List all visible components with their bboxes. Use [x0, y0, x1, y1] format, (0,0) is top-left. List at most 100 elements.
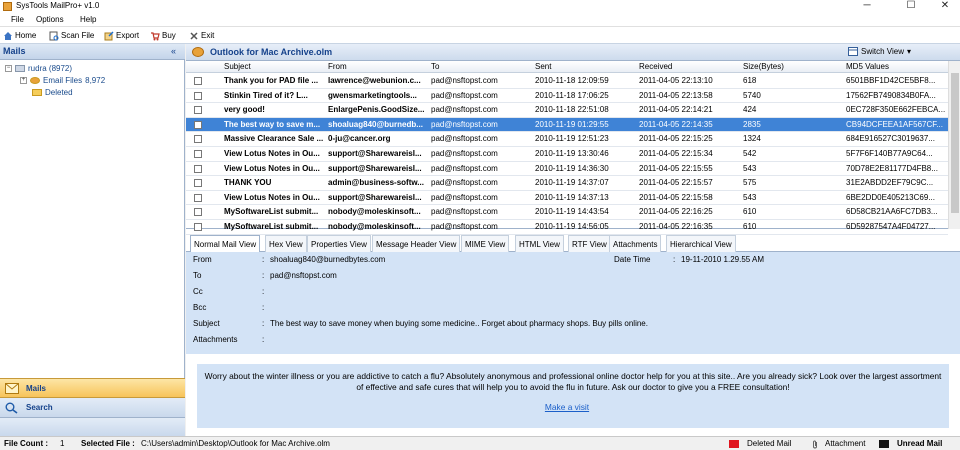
column-subject[interactable]: Subject	[224, 62, 251, 71]
subject-value: The best way to save money when buying s…	[270, 319, 648, 328]
cell-sent: 2010-11-18 17:06:25	[535, 90, 609, 100]
column-from[interactable]: From	[328, 62, 347, 71]
mail-body-text: Worry about the winter illness or you ar…	[204, 371, 942, 392]
row-checkbox[interactable]	[194, 120, 202, 129]
home-button[interactable]: Home	[3, 29, 36, 42]
table-row[interactable]: Massive Clearance Sale ... 0-ju@cancer.or…	[186, 132, 948, 147]
tab-mime-view[interactable]: MIME View	[461, 235, 510, 252]
home-label: Home	[15, 31, 37, 40]
make-a-visit-link[interactable]: Make a visit	[197, 402, 937, 412]
close-button[interactable]: ✕	[932, 0, 958, 12]
switch-view-button[interactable]: Switch View ▾	[848, 47, 911, 56]
column-md5[interactable]: MD5 Values	[846, 62, 889, 71]
view-tabs: Normal Mail View Hex View Properties View M…	[186, 235, 960, 253]
tab-normal-mail-view[interactable]: Normal Mail View	[190, 235, 261, 253]
vertical-scrollbar[interactable]	[948, 61, 960, 229]
bcc-label: Bcc	[193, 303, 207, 312]
tab-message-header-view[interactable]: Message Header View	[372, 235, 461, 252]
email-files-label: Email Files	[43, 76, 83, 85]
row-checkbox[interactable]	[194, 223, 202, 231]
tab-attachments[interactable]: Attachments	[609, 235, 662, 252]
cell-subject: MySoftwareList submit...	[224, 207, 319, 217]
cell-to: pad@nsftopst.com	[431, 90, 498, 100]
nav-search[interactable]: Search	[0, 398, 185, 418]
folder-icon	[32, 89, 42, 96]
table-row[interactable]: MySoftwareList submit... nobody@moleskins…	[186, 205, 948, 220]
nav-mails[interactable]: Mails	[0, 378, 185, 398]
cell-to: pad@nsftopst.com	[431, 134, 498, 144]
tab-hex-view[interactable]: Hex View	[265, 235, 307, 252]
table-row[interactable]: View Lotus Notes in Ou... support@Sharewa…	[186, 147, 948, 162]
cell-size: 5740	[743, 90, 761, 100]
row-checkbox[interactable]	[194, 193, 202, 202]
table-row[interactable]: Thank you for PAD file ... lawrence@webun…	[186, 74, 948, 89]
table-row[interactable]: The best way to save m... shoaluag840@bur…	[186, 117, 948, 133]
table-row[interactable]: very good! EnlargePenis.GoodSize... pad@ns…	[186, 103, 948, 118]
tab-rtf-view[interactable]: RTF View	[568, 235, 611, 252]
menu-help[interactable]: Help	[80, 15, 96, 24]
table-row[interactable]: THANK YOU admin@business-softw... pad@nsft…	[186, 176, 948, 191]
cell-received: 2011-04-05 22:14:21	[639, 105, 713, 115]
cell-subject: View Lotus Notes in Ou...	[224, 192, 320, 202]
cell-from: lawrence@webunion.c...	[328, 76, 421, 85]
cell-to: pad@nsftopst.com	[431, 76, 498, 85]
cell-sent: 2010-11-19 01:29:55	[535, 119, 609, 129]
table-row[interactable]: Stinkin Tired of it? L... gwensmarketingt…	[186, 89, 948, 104]
menu-file[interactable]: File	[11, 15, 24, 24]
exit-button[interactable]: Exit	[189, 29, 214, 42]
row-checkbox[interactable]	[194, 135, 202, 144]
column-to[interactable]: To	[431, 62, 439, 71]
tree-root-label: rudra (8972)	[28, 64, 73, 73]
table-row[interactable]: View Lotus Notes in Ou... support@Sharewa…	[186, 162, 948, 177]
row-checkbox[interactable]	[194, 179, 202, 188]
row-checkbox[interactable]	[194, 164, 202, 173]
selected-file-label: Selected File :	[81, 439, 135, 448]
archive-header: Outlook for Mac Archive.olm Switch View …	[186, 44, 960, 61]
mail-details: From : shoaluag840@burnedbytes.com Date …	[186, 252, 960, 354]
row-checkbox[interactable]	[194, 208, 202, 217]
cell-size: 2835	[743, 119, 761, 129]
buy-label: Buy	[162, 31, 176, 40]
row-checkbox[interactable]	[194, 150, 202, 158]
cell-subject: View Lotus Notes in Ou...	[224, 163, 320, 173]
table-row[interactable]: View Lotus Notes in Ou... support@Sharewa…	[186, 191, 948, 206]
tab-properties-view[interactable]: Properties View	[307, 235, 371, 252]
tab-html-view[interactable]: HTML View	[515, 235, 564, 252]
deleted-label: Deleted	[45, 88, 73, 97]
cell-from: admin@business-softw...	[328, 178, 424, 188]
tree-item-deleted[interactable]: Deleted	[32, 88, 73, 97]
exit-label: Exit	[201, 31, 215, 40]
column-size[interactable]: Size(Bytes)	[743, 62, 784, 71]
cell-sent: 2010-11-19 12:51:23	[535, 134, 609, 144]
grid-body: Thank you for PAD file ... lawrence@webun…	[186, 74, 948, 235]
cell-md5: 17562FB7490834B0FA...	[846, 90, 936, 100]
collapse-panel-icon[interactable]: «	[171, 46, 176, 56]
file-count-label: File Count :	[4, 439, 48, 448]
tab-hierarchical-view[interactable]: Hierarchical View	[666, 235, 736, 252]
cell-from: gwensmarketingtools...	[328, 90, 417, 100]
column-sent[interactable]: Sent	[535, 62, 551, 71]
row-checkbox[interactable]	[194, 77, 202, 85]
cell-md5: CB94DCFEEA1AF567CF...	[846, 119, 943, 129]
row-checkbox[interactable]	[194, 91, 202, 100]
expander-icon[interactable]: +	[20, 77, 27, 84]
nav-mails-label: Mails	[26, 384, 47, 393]
mails-title: Mails	[3, 46, 26, 56]
table-row[interactable]: MySoftwareList submit... nobody@moleskins…	[186, 220, 948, 235]
minimize-button[interactable]: ─	[854, 0, 880, 12]
nav-footer	[0, 418, 185, 436]
cell-size: 543	[743, 192, 757, 202]
expander-icon[interactable]: −	[5, 65, 12, 72]
tree-item-email-files[interactable]: + Email Files 8,972	[20, 76, 105, 85]
column-received[interactable]: Received	[639, 62, 672, 71]
row-checkbox[interactable]	[194, 106, 202, 115]
menu-options[interactable]: Options	[36, 15, 64, 24]
export-button[interactable]: Export	[104, 29, 139, 42]
dropdown-arrow-icon: ▾	[906, 47, 911, 56]
scrollbar-thumb[interactable]	[951, 73, 959, 213]
tree-root[interactable]: − rudra (8972)	[5, 64, 72, 73]
cell-received: 2011-04-05 22:14:35	[639, 119, 713, 129]
scan-file-button[interactable]: Scan File	[49, 29, 94, 42]
buy-button[interactable]: Buy	[150, 29, 176, 42]
maximize-button[interactable]: ☐	[898, 0, 924, 12]
